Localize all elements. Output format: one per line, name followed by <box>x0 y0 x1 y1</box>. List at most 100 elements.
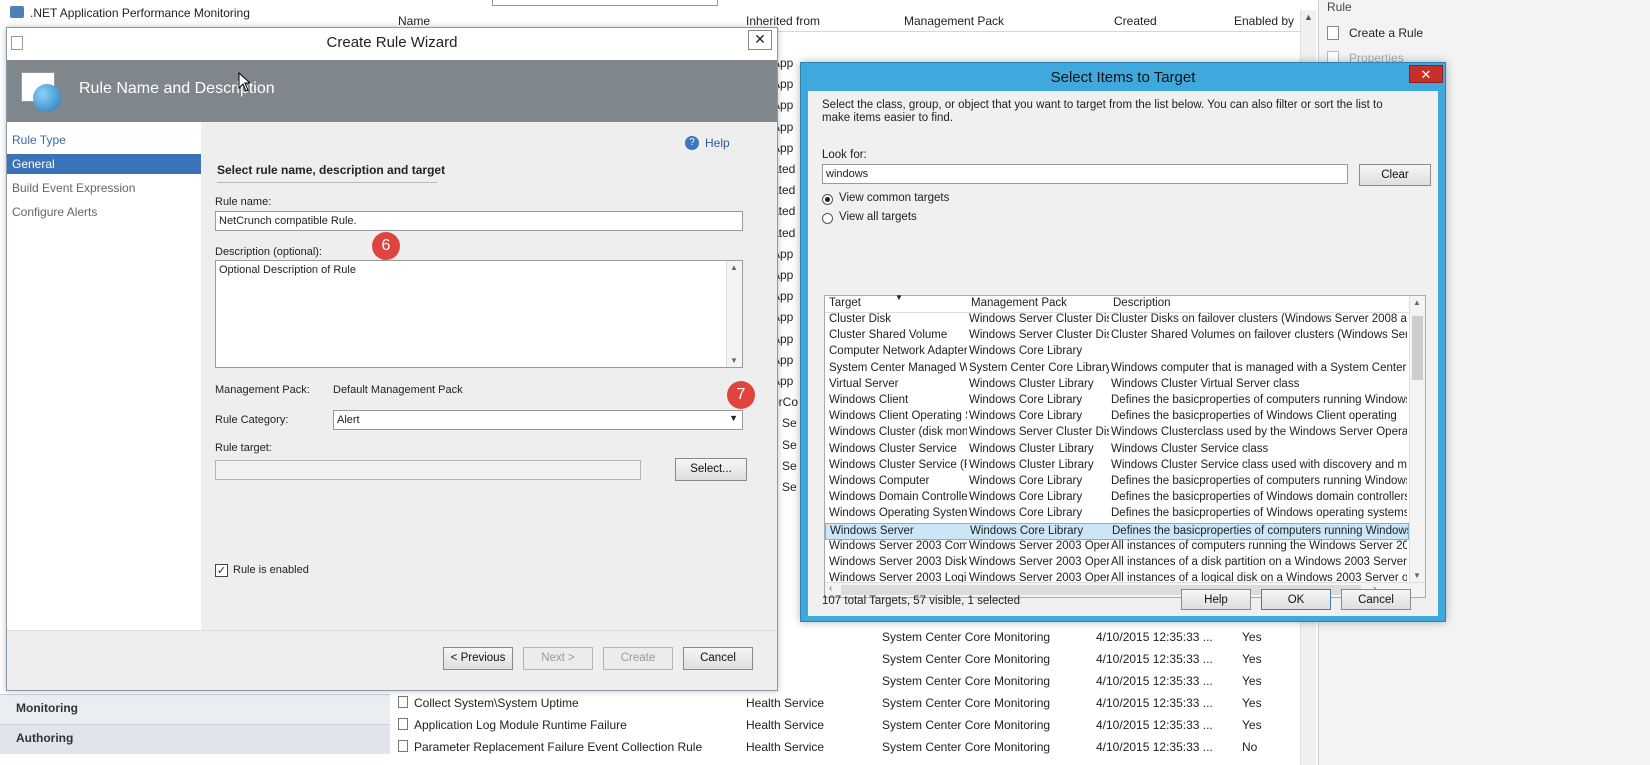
rule-icon <box>398 718 408 730</box>
step-rule-type[interactable]: Rule Type <box>7 130 201 150</box>
mouse-cursor-icon <box>238 72 250 92</box>
instructions-text: Select the class, group, or object that … <box>822 99 1383 124</box>
step-build-event-expression[interactable]: Build Event Expression <box>7 178 201 198</box>
rule-row[interactable]: Parameter Replacement Failure Event Coll… <box>394 736 1300 758</box>
partial-row-text: App <box>778 289 794 304</box>
partial-row-text: App <box>778 56 794 70</box>
scroll-down-icon[interactable]: ▼ <box>1413 571 1421 580</box>
rule-enabled-label: Rule is enabled <box>233 564 309 576</box>
rule-icon <box>398 740 408 752</box>
previous-button[interactable]: < Previous <box>443 647 513 670</box>
partial-row-text: n Se <box>778 480 797 494</box>
col-created[interactable]: Created <box>1114 14 1157 28</box>
target-row[interactable]: Computer Network Adapter Windows Core Lib… <box>825 344 1409 361</box>
radio-all-targets[interactable] <box>822 213 833 224</box>
radio-common-targets[interactable] <box>822 194 833 205</box>
nav-monitoring[interactable]: Monitoring <box>0 694 390 724</box>
tree-item-apm[interactable]: .NET Application Performance Monitoring <box>30 6 370 20</box>
step-general[interactable]: General <box>7 154 201 174</box>
wizard-footer: < Previous Next > Create Cancel <box>7 630 777 690</box>
rule-enabled-checkbox[interactable]: ✓ <box>215 564 228 577</box>
rule-row[interactable]: Collect System\System Uptime Health Servi… <box>394 692 1300 714</box>
col-description[interactable]: Description <box>1109 296 1413 313</box>
rule-category-select[interactable]: Alert ▼ <box>333 410 743 430</box>
grid-search-input[interactable] <box>492 0 718 6</box>
target-cell-desc: Defines the basicproperties of computers… <box>1112 524 1408 537</box>
col-enabled[interactable]: Enabled by <box>1234 14 1294 28</box>
target-row[interactable]: Windows Domain Controller Windows Core Li… <box>825 490 1409 507</box>
col-mp[interactable]: Management Pack <box>904 14 1004 28</box>
rule-icon <box>398 696 408 708</box>
target-cell-target: Computer Network Adapter <box>829 345 967 358</box>
radio-common-label[interactable]: View common targets <box>839 192 949 204</box>
help-icon[interactable]: ? <box>685 136 699 150</box>
col-management-pack[interactable]: Management Pack <box>967 296 1114 313</box>
targets-grid: Target ▼ Management Pack Description Clus… <box>824 293 1426 598</box>
select-cancel-button[interactable]: Cancel <box>1341 589 1411 610</box>
targets-grid-rows: Cluster Disk Windows Server Cluster Disk C… <box>825 312 1409 582</box>
next-button[interactable]: Next > <box>523 647 593 670</box>
target-row[interactable]: Windows Cluster Service Windows Cluster L… <box>825 442 1409 459</box>
rule-target-field[interactable] <box>215 460 641 480</box>
scroll-down-icon[interactable]: ▼ <box>730 356 738 365</box>
rule-cell-enabled: Yes <box>1242 630 1262 644</box>
target-row[interactable]: Cluster Shared Volume Windows Server Clus… <box>825 328 1409 345</box>
col-inherited[interactable]: Inherited from <box>746 14 820 28</box>
col-target[interactable]: Target ▼ <box>825 293 972 313</box>
step-configure-alerts[interactable]: Configure Alerts <box>7 202 201 222</box>
target-row[interactable]: Virtual Server Windows Cluster Library Win… <box>825 377 1409 394</box>
clear-button[interactable]: Clear <box>1359 164 1431 186</box>
target-cell-desc: Defines the basicproperties of Windows d… <box>1111 491 1407 504</box>
target-row[interactable]: Windows Computer Windows Core Library Defi… <box>825 474 1409 491</box>
target-row[interactable]: Windows Client Operating S Windows Core L… <box>825 409 1409 426</box>
target-row[interactable]: Windows Server 2003 Comp Windows Server 2… <box>825 539 1409 556</box>
description-scrollbar[interactable]: ▲ ▼ <box>726 261 742 367</box>
target-cell-target: Windows Computer <box>829 475 930 487</box>
target-row[interactable]: Cluster Disk Windows Server Cluster Disk C… <box>825 312 1409 329</box>
rule-name-input[interactable]: NetCrunch compatible Rule. <box>215 211 743 231</box>
partial-row-text: n Se <box>778 437 797 452</box>
target-row[interactable]: Windows Operating System Windows Core Lib… <box>825 506 1409 523</box>
target-row[interactable]: Windows Cluster (disk moni Windows Server… <box>825 425 1409 442</box>
partial-row-text: App <box>778 119 794 134</box>
target-row[interactable]: Windows Server 2003 Logic Windows Server … <box>825 571 1409 582</box>
help-link[interactable]: Help <box>705 136 730 150</box>
action-create-rule[interactable]: Create a Rule <box>1349 26 1423 40</box>
create-rule-wizard: Create Rule Wizard ✕ Rule Name and Descr… <box>6 27 778 691</box>
partial-row-text: n Se <box>778 458 797 473</box>
target-cell-mp: Windows Core Library <box>969 410 1083 423</box>
partial-row-text: App <box>778 246 794 261</box>
select-dialog-close-button[interactable]: ✕ <box>1409 65 1443 83</box>
close-icon: ✕ <box>754 31 766 47</box>
target-row[interactable]: Windows Cluster Service (Fo Windows Clust… <box>825 458 1409 475</box>
target-row[interactable]: Windows Client Windows Core Library Define… <box>825 393 1409 410</box>
scroll-thumb[interactable] <box>1412 316 1423 380</box>
radio-all-label[interactable]: View all targets <box>839 211 917 223</box>
radio-dot-icon <box>825 197 830 202</box>
wizard-close-button[interactable]: ✕ <box>748 30 772 50</box>
col-name[interactable]: Name <box>398 14 430 28</box>
wizard-content: ? Help Select rule name, description and… <box>201 122 777 630</box>
target-row[interactable]: Windows Server 2003 Disk P Windows Server… <box>825 555 1409 572</box>
partial-row-text: App <box>778 352 794 367</box>
target-row[interactable]: Windows Server Windows Core Library Define… <box>825 522 1409 540</box>
select-target-button[interactable]: Select... <box>675 458 747 481</box>
wizard-cancel-button[interactable]: Cancel <box>683 647 753 670</box>
ok-button[interactable]: OK <box>1261 589 1331 610</box>
annotation-badge-6: 6 <box>372 232 400 260</box>
scroll-up-icon[interactable]: ▲ <box>1413 298 1421 307</box>
rule-row[interactable]: Application Log Module Runtime Failure He… <box>394 714 1300 736</box>
scroll-up-icon[interactable]: ▲ <box>730 263 738 272</box>
sort-desc-icon: ▼ <box>895 293 903 302</box>
scroll-left-icon[interactable]: ‹ <box>829 583 832 594</box>
partial-row-text: orCo <box>778 395 799 410</box>
select-help-button[interactable]: Help <box>1181 589 1251 610</box>
look-for-input[interactable]: windows <box>822 164 1348 184</box>
partial-row-text: App <box>778 77 794 92</box>
target-row[interactable]: System Center Managed Wi System Center Co… <box>825 361 1409 378</box>
description-textarea[interactable]: Optional Description of Rule ▲ ▼ <box>215 260 743 368</box>
nav-authoring[interactable]: Authoring <box>0 724 390 754</box>
grid-vertical-scrollbar[interactable]: ▲ ▼ <box>1409 296 1425 582</box>
scroll-up-icon[interactable]: ▲ <box>1304 12 1313 22</box>
create-button[interactable]: Create <box>603 647 673 670</box>
